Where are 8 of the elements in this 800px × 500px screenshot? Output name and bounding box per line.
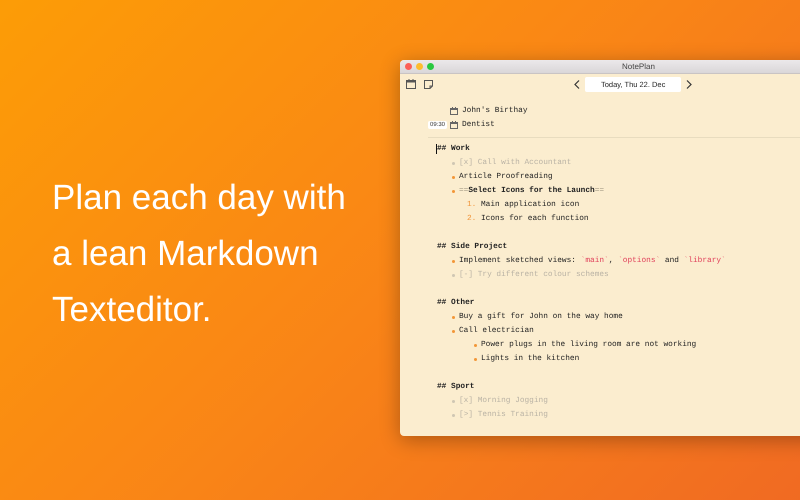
headline: Plan each day with a lean Markdown Texteditor.	[52, 177, 346, 331]
previous-day-icon[interactable]	[574, 80, 580, 88]
window-title: NotePlan	[622, 62, 655, 71]
calendar-icon[interactable]	[406, 79, 416, 89]
next-day-icon[interactable]	[686, 80, 692, 88]
calendar-icon	[450, 107, 458, 115]
note-icon[interactable]	[424, 80, 433, 88]
calendar-icon	[450, 121, 458, 129]
